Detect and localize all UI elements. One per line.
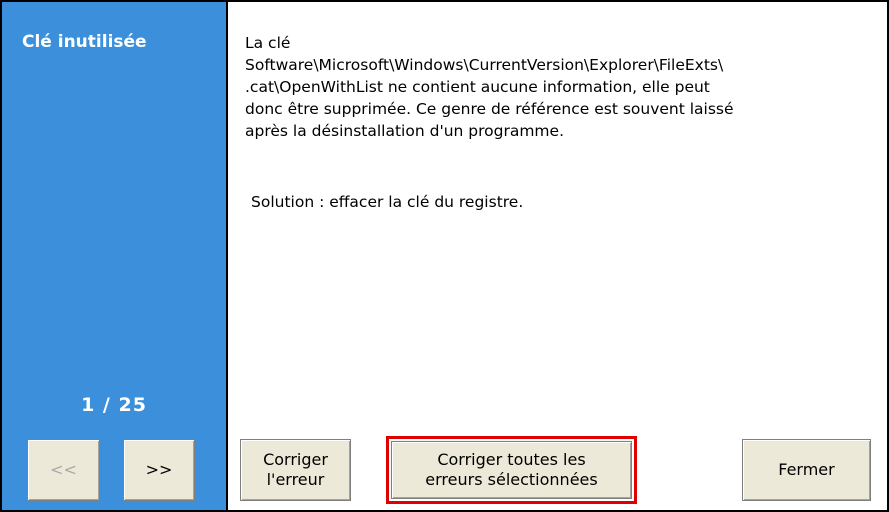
description-line: La clé [245,34,291,52]
fix-error-label: Corriger l'erreur [263,450,328,490]
solution-text: Solution : effacer la clé du registre. [251,193,524,211]
issue-description: La clé Software\Microsoft\Windows\Curren… [245,32,875,142]
description-line: Software\Microsoft\Windows\CurrentVersio… [245,56,724,74]
issue-counter: 1 / 25 [81,394,147,416]
fix-all-highlight: Corriger toutes les erreurs sélectionnée… [386,436,637,504]
fix-all-errors-button[interactable]: Corriger toutes les erreurs sélectionnée… [391,441,632,499]
description-line: donc être supprimée. Ce genre de référen… [245,100,734,118]
fix-error-label-line1: Corriger [263,450,328,469]
fix-all-label-line2: erreurs sélectionnées [425,470,598,489]
previous-button[interactable]: << [27,439,100,501]
dialog-window: Clé inutilisée 1 / 25 << >> La clé Softw… [0,0,889,512]
fix-error-button[interactable]: Corriger l'erreur [240,439,351,501]
fix-all-label-line1: Corriger toutes les [437,450,586,469]
description-line: .cat\OpenWithList ne contient aucune inf… [245,78,710,96]
next-button[interactable]: >> [123,439,195,501]
sidebar-panel: Clé inutilisée 1 / 25 << >> [2,2,228,510]
close-button[interactable]: Fermer [742,439,871,501]
description-line: après la désinstallation d'un programme. [245,122,564,140]
issue-type-title: Clé inutilisée [22,32,147,52]
fix-all-label: Corriger toutes les erreurs sélectionnée… [425,450,597,490]
fix-error-label-line2: l'erreur [266,470,325,489]
